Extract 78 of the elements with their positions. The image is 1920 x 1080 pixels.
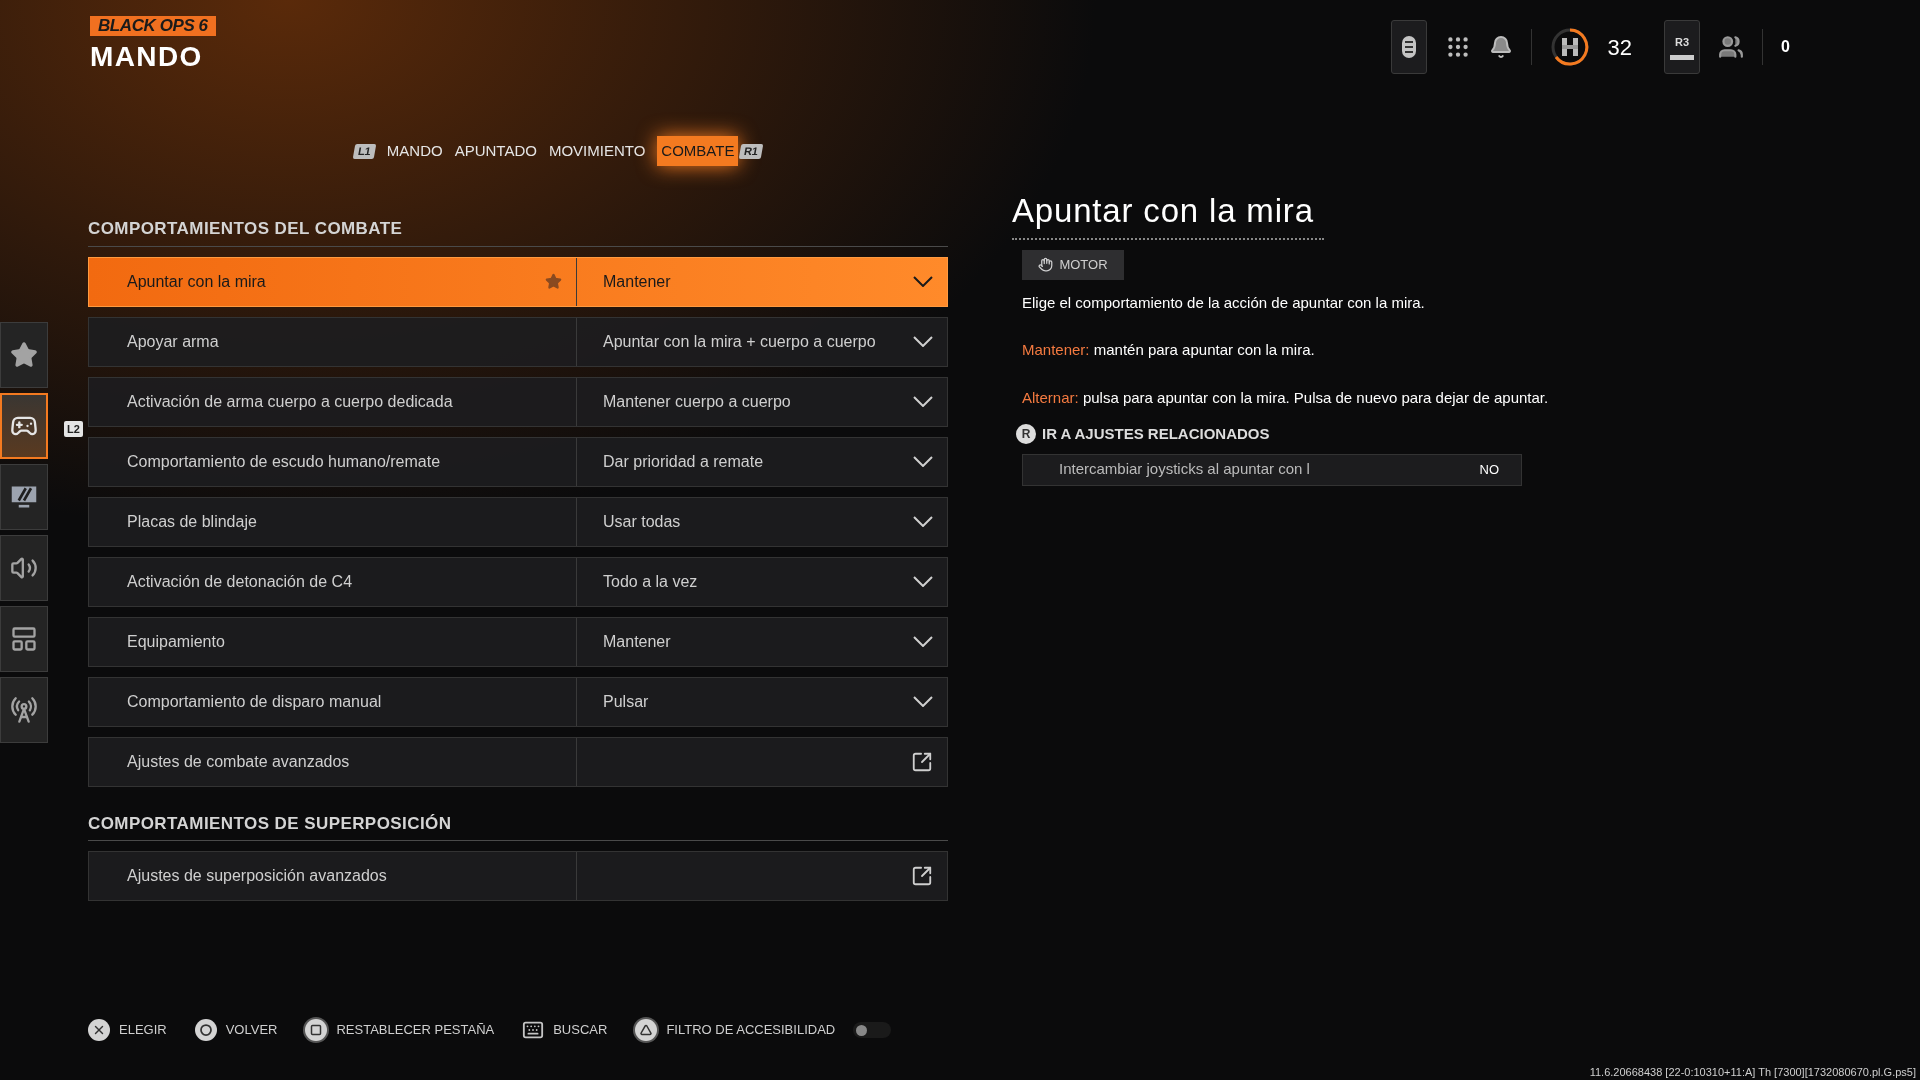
hand-icon [1038,257,1054,272]
category-sidebar-item[interactable] [0,606,48,672]
category-sidebar-item[interactable] [0,677,48,743]
chevron-down-icon [913,576,933,587]
dropdown-value: Mantener [603,631,671,652]
chevron-down-icon [913,276,933,287]
chevron-down-icon [913,696,933,707]
chevron-down-icon [913,336,933,347]
r1-key-hint: R1 [739,143,764,159]
r3-button[interactable]: R3 [1664,20,1701,74]
setting-row[interactable]: Ajustes de combate avanzados [88,736,948,787]
setting-row[interactable]: Activación de arma cuerpo a cuerpo dedicada Mantener cuerpo a cuerpo [88,376,948,427]
section-heading: COMPORTAMIENTOS DEL COMBATE [88,219,403,238]
related-settings-heading: IR A AJUSTES RELACIONADOS [1042,424,1270,444]
setting-row[interactable]: Placas de blindaje Usar todas [88,496,948,547]
detail-title: Apuntar con la mira [1012,192,1314,229]
level-number: 32 [1607,33,1633,62]
external-link-icon [911,865,933,887]
setting-row[interactable]: Ajustes de superposición avanzados [88,851,948,901]
setting-row[interactable]: Apuntar con la mira Mantener [88,256,948,307]
setting-row[interactable]: Activación de detonación de C4 Todo a la vez [88,556,948,607]
footer-action[interactable]: VOLVER [194,1019,278,1041]
dropdown-value: Usar todas [603,511,681,532]
external-link-icon [911,750,933,773]
friends-icon[interactable] [1718,34,1745,60]
category-tab[interactable]: APUNTADO [454,136,537,166]
star-icon [545,273,562,290]
motor-tag: MOTOR [1022,249,1124,280]
related-setting-row[interactable]: Intercambiar joysticks al apuntar con l NO [1022,453,1522,486]
category-sidebar-item[interactable] [0,464,48,530]
setting-row[interactable]: Comportamiento de disparo manual Pulsar [88,676,948,727]
layout-icon [10,625,38,653]
option-description: Mantener: mantén para apuntar con la mira. [1022,340,1315,360]
setting-row[interactable]: Apoyar arma Apuntar con la mira + cuerpo a cuerpo [88,316,948,367]
l2-key-hint: L2 [64,420,83,437]
dropdown-value: Apuntar con la mira + cuerpo a cuerpo [603,331,876,352]
footer-action[interactable]: FILTRO DE ACCESIBILIDAD [635,1019,836,1041]
square-button-icon [305,1019,328,1041]
category-tab[interactable]: COMBATE [657,136,739,166]
chevron-down-icon [913,456,933,467]
chevron-down-icon [913,636,933,647]
accessibility-toggle[interactable] [853,1022,892,1038]
cross-button-icon [88,1019,110,1041]
chevron-down-icon [913,396,933,407]
dropdown-value: Mantener [603,271,671,292]
game-logo: BLACK OPS 6 [90,16,216,36]
footer-action[interactable]: RESTABLECER PESTAÑA [305,1019,495,1041]
footer-action[interactable]: ELEGIR [88,1019,167,1041]
category-sidebar-item[interactable] [0,393,48,459]
setting-row[interactable]: Equipamiento Mantener [88,616,948,667]
related-setting-value: NO [1479,460,1499,479]
section-heading: COMPORTAMIENTOS DE SUPERPOSICIÓN [88,813,452,833]
dropdown-value: Mantener cuerpo a cuerpo [603,391,791,412]
footer-action[interactable]: BUSCAR [522,1019,608,1041]
page-title: MANDO [90,40,203,74]
circle-button-icon [194,1019,217,1041]
rank-icon [1549,27,1590,67]
build-info: 11.6.20668438 [22-0:10310+11:A] Th [7300][1732080670.pl.G.ps5] [1589,1065,1916,1079]
star-icon [10,341,38,369]
tower-icon [10,696,38,724]
category-tab[interactable]: MANDO [386,136,443,166]
dropdown-value: Pulsar [603,691,649,712]
l1-key-hint: L1 [352,143,377,159]
setting-row[interactable]: Comportamiento de escudo humano/remate Dar prioridad a remate [88,436,948,487]
category-tab[interactable]: MOVIMIENTO [548,136,646,166]
notification-icon[interactable] [1488,35,1513,59]
setting-description: Elige el comportamiento de la acción de apuntar con la mira. [1022,292,1425,313]
category-sidebar-item[interactable] [0,535,48,601]
category-sidebar-item[interactable] [0,322,48,388]
dropdown-value: Todo a la vez [603,571,698,592]
option-description: Alternar: pulsa para apuntar con la mira. Pulsa de nuevo para dejar de apuntar. [1022,387,1549,408]
keyboard-icon [522,1019,545,1041]
triangle-button-icon [635,1019,658,1041]
chevron-down-icon [913,516,933,527]
friends-count: 0 [1781,37,1790,57]
related-setting-label: Intercambiar joysticks al apuntar con l [1059,459,1310,480]
dropdown-value: Dar prioridad a remate [603,451,764,472]
menu-button[interactable] [1390,20,1427,74]
